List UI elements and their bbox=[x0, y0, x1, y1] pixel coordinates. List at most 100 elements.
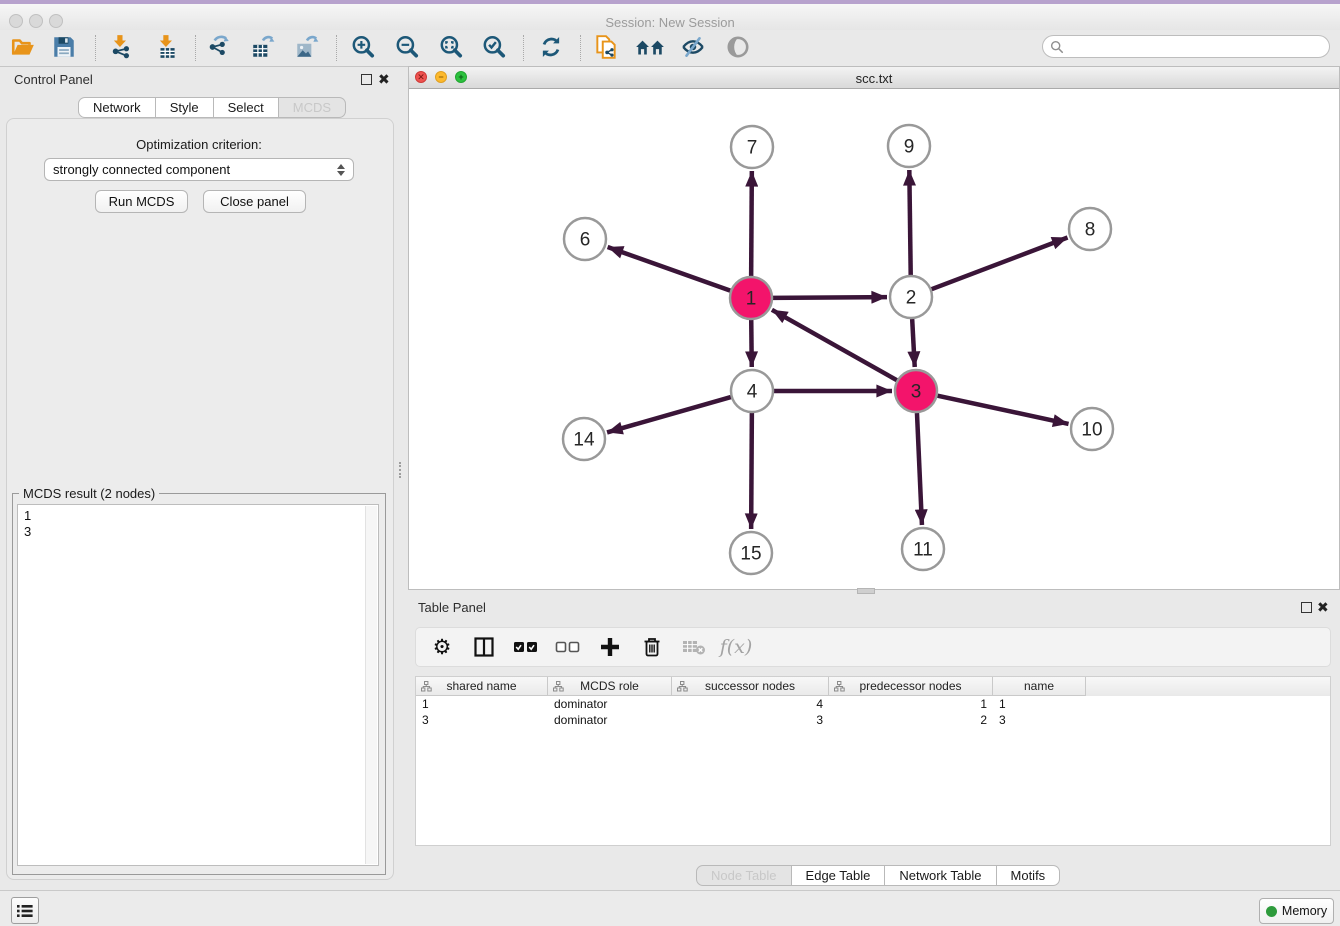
column-header-predecessor-nodes[interactable]: predecessor nodes bbox=[829, 677, 993, 696]
table-cell[interactable]: 3 bbox=[993, 712, 1086, 728]
export-image-button[interactable] bbox=[293, 33, 321, 61]
graph-edge-3-11[interactable] bbox=[917, 413, 922, 525]
graph-node-10[interactable]: 10 bbox=[1071, 408, 1113, 450]
tab-select[interactable]: Select bbox=[214, 97, 279, 118]
tab-network[interactable]: Network bbox=[78, 97, 156, 118]
table-row[interactable]: 3dominator323 bbox=[416, 712, 1330, 728]
table-panel-close-icon[interactable]: ✖ bbox=[1317, 601, 1329, 613]
close-panel-button[interactable]: Close panel bbox=[203, 190, 306, 213]
hide-selected-button[interactable] bbox=[679, 33, 707, 61]
first-neighbors-button[interactable] bbox=[634, 33, 666, 61]
column-header-label: MCDS role bbox=[580, 679, 639, 693]
network-canvas[interactable]: 1 2 3 4 6 7 8 9 10 11 14 15 bbox=[409, 89, 1339, 589]
table-cell[interactable]: 1 bbox=[416, 696, 548, 712]
refresh-button[interactable] bbox=[537, 33, 565, 61]
eye-slash-icon bbox=[680, 34, 706, 60]
zoom-out-button[interactable] bbox=[393, 33, 421, 61]
zoom-selected-button[interactable] bbox=[480, 33, 508, 61]
export-network-button[interactable] bbox=[205, 33, 233, 61]
table-cell[interactable]: dominator bbox=[548, 696, 672, 712]
zoom-fit-button[interactable] bbox=[437, 33, 465, 61]
result-scrollbar[interactable] bbox=[365, 506, 377, 864]
graph-node-4[interactable]: 4 bbox=[731, 370, 773, 412]
graph-node-2[interactable]: 2 bbox=[890, 276, 932, 318]
table-row[interactable]: 1dominator411 bbox=[416, 696, 1330, 712]
graph-edge-2-8[interactable] bbox=[932, 238, 1068, 290]
table-cell[interactable]: 4 bbox=[672, 696, 829, 712]
column-header-shared-name[interactable]: shared name bbox=[416, 677, 548, 696]
tab-motifs[interactable]: Motifs bbox=[997, 865, 1061, 886]
task-history-button[interactable] bbox=[11, 897, 39, 924]
deselect-all-columns-button[interactable] bbox=[554, 633, 582, 661]
graph-edge-4-14[interactable] bbox=[607, 397, 731, 432]
search-field[interactable] bbox=[1042, 35, 1330, 58]
graph-edge-3-1[interactable] bbox=[772, 310, 897, 380]
save-floppy-icon bbox=[51, 34, 77, 60]
graph-edge-2-3[interactable] bbox=[912, 319, 915, 367]
import-table-button[interactable] bbox=[153, 33, 181, 61]
control-panel-title: Control Panel bbox=[14, 72, 93, 87]
clone-network-button[interactable] bbox=[592, 33, 620, 61]
tab-node-table[interactable]: Node Table bbox=[696, 865, 792, 886]
column-header-name[interactable]: name bbox=[993, 677, 1086, 696]
table-cell[interactable]: 2 bbox=[829, 712, 993, 728]
graph-edge-1-7[interactable] bbox=[751, 171, 752, 276]
panel-splitter-handle[interactable] bbox=[857, 588, 875, 594]
tab-mcds[interactable]: MCDS bbox=[279, 97, 346, 118]
graph-node-label: 2 bbox=[906, 288, 917, 309]
graph-edge-1-6[interactable] bbox=[608, 247, 731, 291]
split-columns-button[interactable] bbox=[470, 633, 498, 661]
graph-node-6[interactable]: 6 bbox=[564, 218, 606, 260]
delete-table-button[interactable] bbox=[680, 633, 708, 661]
toolbar-separator bbox=[195, 35, 197, 61]
graph-node-1[interactable]: 1 bbox=[730, 277, 772, 319]
graph-node-9[interactable]: 9 bbox=[888, 125, 930, 167]
import-network-button[interactable] bbox=[107, 33, 135, 61]
graph-edge-2-9[interactable] bbox=[909, 170, 910, 275]
function-builder-button[interactable]: f(x) bbox=[722, 633, 750, 661]
search-input[interactable] bbox=[1068, 39, 1329, 55]
graph-node-label: 1 bbox=[746, 289, 757, 310]
mcds-result-box[interactable]: 1 3 bbox=[17, 504, 379, 866]
select-all-columns-button[interactable] bbox=[512, 633, 540, 661]
table-cell[interactable]: 1 bbox=[829, 696, 993, 712]
table-panel-float-icon[interactable] bbox=[1301, 602, 1312, 613]
graph-node-11[interactable]: 11 bbox=[902, 528, 944, 570]
table-cell[interactable]: dominator bbox=[548, 712, 672, 728]
control-panel-float-icon[interactable] bbox=[361, 74, 372, 85]
graph-edge-3-10[interactable] bbox=[938, 396, 1069, 424]
tab-network-table[interactable]: Network Table bbox=[885, 865, 996, 886]
tab-edge-table[interactable]: Edge Table bbox=[792, 865, 886, 886]
table-settings-button[interactable]: ⚙ bbox=[428, 633, 456, 661]
show-graphics-button[interactable] bbox=[724, 33, 752, 61]
delete-column-button[interactable] bbox=[638, 633, 666, 661]
add-column-button[interactable] bbox=[596, 633, 624, 661]
table-cell[interactable]: 3 bbox=[416, 712, 548, 728]
criterion-dropdown[interactable]: strongly connected component bbox=[44, 158, 354, 181]
table-cell[interactable]: 3 bbox=[672, 712, 829, 728]
graph-node-8[interactable]: 8 bbox=[1069, 208, 1111, 250]
graph-node-14[interactable]: 14 bbox=[563, 418, 605, 460]
zoom-in-button[interactable] bbox=[349, 33, 377, 61]
import-table-icon bbox=[154, 34, 180, 60]
table-body: 1dominator4113dominator323 bbox=[416, 696, 1330, 728]
graph-edge-1-2[interactable] bbox=[773, 297, 887, 298]
graph-node-3[interactable]: 3 bbox=[895, 370, 937, 412]
attribute-tree-icon bbox=[834, 681, 845, 692]
open-session-button[interactable] bbox=[9, 33, 37, 61]
table-cell[interactable]: 1 bbox=[993, 696, 1086, 712]
graph-node-15[interactable]: 15 bbox=[730, 532, 772, 574]
memory-button[interactable]: Memory bbox=[1259, 898, 1334, 924]
splitter-grip[interactable] bbox=[399, 462, 405, 478]
column-header-successor-nodes[interactable]: successor nodes bbox=[672, 677, 829, 696]
graph-edge-4-15[interactable] bbox=[751, 413, 752, 529]
toolbar-separator bbox=[523, 35, 525, 61]
export-table-button[interactable] bbox=[249, 33, 277, 61]
graph-node-7[interactable]: 7 bbox=[731, 126, 773, 168]
column-header-mcds-role[interactable]: MCDS role bbox=[548, 677, 672, 696]
graph-edge-1-4[interactable] bbox=[751, 320, 752, 367]
control-panel-close-icon[interactable]: ✖ bbox=[378, 73, 390, 85]
save-session-button[interactable] bbox=[50, 33, 78, 61]
run-mcds-button[interactable]: Run MCDS bbox=[95, 190, 188, 213]
tab-style[interactable]: Style bbox=[156, 97, 214, 118]
